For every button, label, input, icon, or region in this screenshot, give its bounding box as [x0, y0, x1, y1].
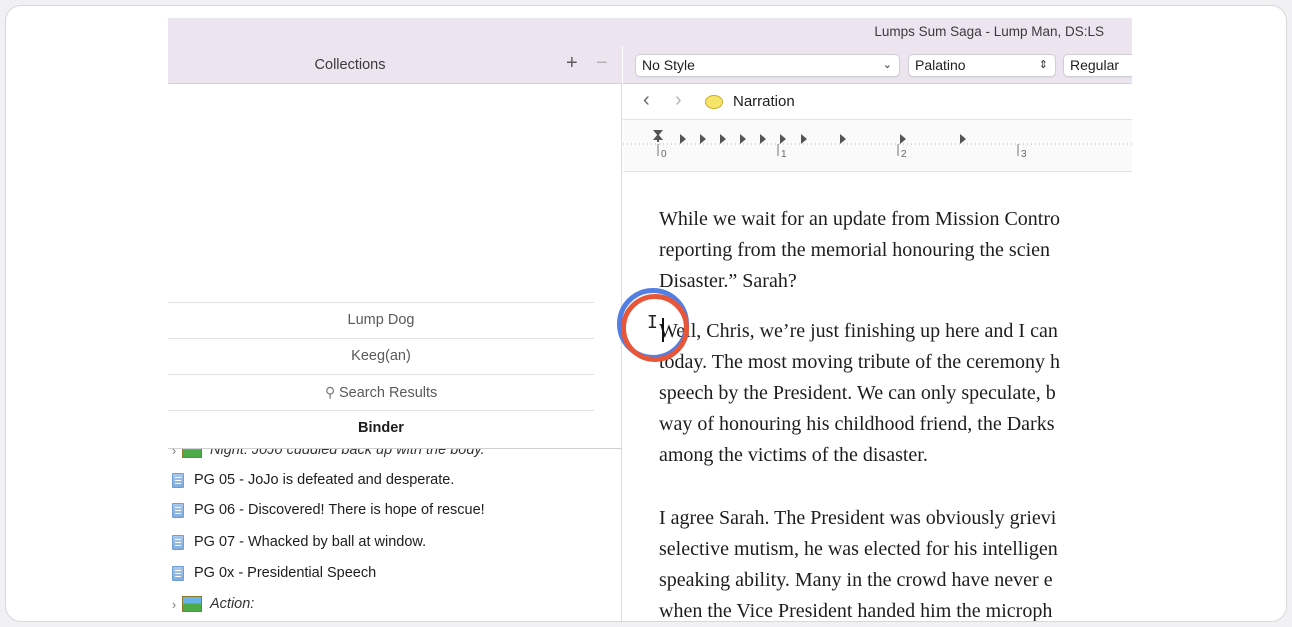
title-bar: Lumps Sum Saga - Lump Man, DS:LS: [168, 18, 1132, 46]
paragraph: While we wait for an update from Mission…: [659, 204, 1132, 297]
search-icon: ⚲: [324, 384, 335, 400]
ruler[interactable]: 0 1 2 3: [623, 120, 1132, 172]
binder-folder-action[interactable]: › Action:: [168, 589, 254, 619]
ruler-mark-2: 2: [901, 149, 907, 160]
collections-pane: Collections + − Lump Dog Keeg(an) ⚲ Searc…: [168, 46, 622, 621]
text-line: While we wait for an update from Mission…: [659, 208, 1061, 230]
editor-pane: No Style ⌄ Palatino ⇕ Regular ‹ › Narrat…: [623, 46, 1132, 622]
binder-item[interactable]: PG 05 - JoJo is defeated and desperate.: [168, 465, 454, 495]
binder-item-partial[interactable]: › Night: JoJo cuddled back up with the b…: [168, 448, 485, 465]
text-line: way of honouring his childhood friend, t…: [659, 413, 1055, 435]
screenshot-frame: Lumps Sum Saga - Lump Man, DS:LS Collect…: [5, 5, 1287, 622]
format-bar: No Style ⌄ Palatino ⇕ Regular: [623, 46, 1132, 84]
paragraph-style-value: No Style: [642, 57, 695, 73]
paragraph: Well, Chris, we’re just finishing up her…: [659, 316, 1132, 471]
speech-bubble-icon: [705, 95, 723, 109]
text-line: among the victims of the disaster.: [659, 444, 928, 466]
chevron-down-icon: ⌄: [882, 59, 892, 71]
ruler-mark-1: 1: [781, 149, 787, 160]
collection-tab-search-results-label: Search Results: [338, 385, 438, 401]
ruler-mark-0: 0: [661, 149, 667, 160]
paragraph: I agree Sarah. The President was obvious…: [659, 503, 1132, 622]
text-line: speech by the President. We can only spe…: [659, 382, 1056, 404]
document-icon: [172, 502, 184, 518]
paragraph-style-select[interactable]: No Style ⌄: [635, 54, 900, 77]
image-folder-icon: [182, 449, 202, 458]
disclosure-chevron-icon[interactable]: ›: [168, 597, 180, 612]
collections-title: Collections: [314, 57, 386, 73]
collection-tab-lump-dog[interactable]: Lump Dog: [168, 302, 594, 338]
tab-stops: [653, 130, 966, 144]
binder-item-label: PG 07 - Whacked by ball at window.: [194, 534, 427, 550]
text-line: Well, Chris, we’re just finishing up her…: [659, 320, 1058, 342]
window-title: Lumps Sum Saga - Lump Man, DS:LS: [874, 24, 1104, 39]
binder-item-label: Night: JoJo cuddled back up with the bod…: [210, 448, 485, 458]
font-family-value: Palatino: [915, 57, 966, 73]
remove-collection-button[interactable]: −: [596, 52, 608, 75]
header-bar: ‹ › Narration: [623, 84, 1132, 120]
text-line: speaking ability. Many in the crowd have…: [659, 569, 1053, 591]
binder-item-label: PG 06 - Discovered! There is hope of res…: [194, 502, 485, 518]
document-icon: [172, 472, 184, 488]
binder-item[interactable]: PG 06 - Discovered! There is hope of res…: [168, 495, 485, 525]
binder-item[interactable]: PG 07 - Whacked by ball at window.: [168, 527, 426, 557]
add-collection-button[interactable]: +: [566, 52, 578, 75]
collection-tab-keegan[interactable]: Keeg(an): [168, 338, 594, 374]
text-line: when the Vice President handed him the m…: [659, 600, 1053, 622]
text-line: reporting from the memorial honouring th…: [659, 239, 1051, 261]
binder-item-label: PG 05 - JoJo is defeated and desperate.: [194, 472, 455, 488]
text-caret: [662, 318, 664, 342]
font-weight-select[interactable]: Regular: [1063, 54, 1132, 77]
binder-item-label: PG 0x - Presidential Speech: [194, 565, 377, 581]
text-line: I agree Sarah. The President was obvious…: [659, 507, 1057, 529]
binder-list: › Night: JoJo cuddled back up with the b…: [168, 448, 622, 621]
forward-button[interactable]: ›: [675, 89, 682, 112]
binder-item[interactable]: PG 0x - Presidential Speech: [168, 558, 376, 588]
collection-tabs: Lump Dog Keeg(an) ⚲ Search Results Binder: [168, 302, 594, 446]
font-family-select[interactable]: Palatino ⇕: [908, 54, 1056, 77]
document-icon: [172, 565, 184, 581]
collection-tab-binder[interactable]: Binder: [168, 410, 594, 446]
binder-folder-label: Action:: [210, 596, 255, 612]
disclosure-chevron-icon[interactable]: ›: [168, 449, 180, 458]
ruler-mark-3: 3: [1021, 149, 1027, 160]
image-folder-icon: [182, 596, 202, 612]
collection-tab-search-results[interactable]: ⚲ Search Results: [168, 374, 594, 410]
ibeam-cursor-icon: I: [647, 312, 658, 333]
text-line: today. The most moving tribute of the ce…: [659, 351, 1061, 373]
font-weight-value: Regular: [1070, 57, 1120, 73]
collections-header: Collections + −: [168, 46, 622, 84]
document-icon: [172, 534, 184, 550]
ruler-graphic: 0 1 2 3: [623, 130, 1132, 160]
up-down-chevron-icon: ⇕: [1038, 59, 1048, 71]
text-line: Disaster.” Sarah?: [659, 270, 797, 292]
text-line: selective mutism, he was elected for his…: [659, 538, 1058, 560]
back-button[interactable]: ‹: [643, 89, 650, 112]
text-editor[interactable]: While we wait for an update from Mission…: [623, 172, 1132, 622]
document-title[interactable]: Narration: [733, 93, 795, 110]
